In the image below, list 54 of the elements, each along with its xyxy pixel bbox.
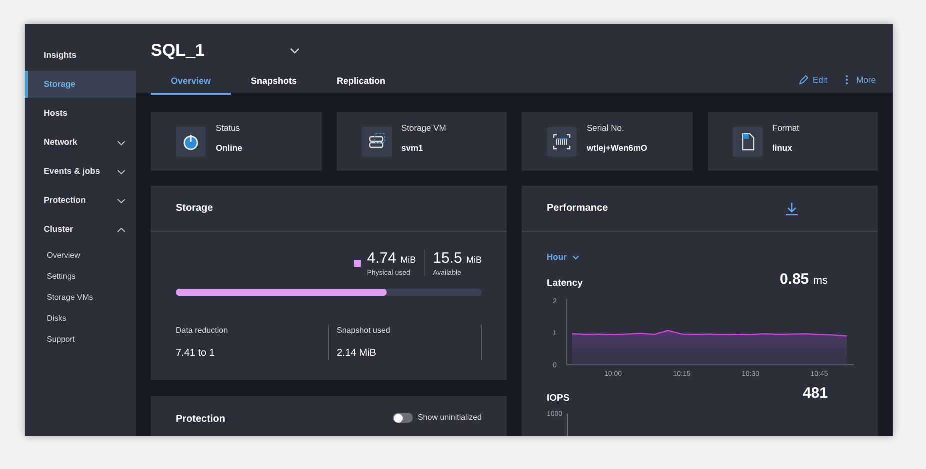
stat-value: 7.41 to 1	[176, 346, 216, 360]
chevron-up-icon	[117, 226, 126, 232]
sidebar-item[interactable]: Network	[25, 129, 136, 156]
y-axis	[566, 414, 568, 436]
more-button[interactable]: More	[842, 74, 876, 86]
info-label: Format	[772, 122, 800, 135]
metric-value: 481	[802, 384, 828, 404]
card-title: Storage	[176, 202, 214, 216]
sidebar-item[interactable]: Storage	[25, 71, 136, 98]
sidebar-item[interactable]: Protection	[25, 187, 136, 214]
metric-title: IOPS	[547, 392, 570, 406]
edit-button[interactable]: Edit	[798, 74, 828, 86]
card-title: Performance	[547, 202, 608, 216]
sidebar-item[interactable]: Insights	[25, 42, 136, 69]
sidebar-subitem[interactable]: Disks	[25, 308, 67, 329]
sidebar-item[interactable]: Hosts	[25, 100, 136, 127]
stat-label: Data reduction	[176, 324, 230, 336]
tab[interactable]: Replication	[317, 70, 406, 94]
download-icon[interactable]	[786, 202, 798, 216]
chevron-down-icon	[117, 168, 126, 174]
chevron-down-icon[interactable]	[290, 48, 300, 54]
info-value: wtlej+Wen6mO	[587, 142, 648, 155]
sidebar-subitem[interactable]: Overview	[25, 245, 80, 266]
available-value: 15.5 MiB	[433, 250, 482, 269]
chevron-down-icon	[117, 198, 126, 204]
sidebar-item[interactable]: Cluster	[25, 216, 136, 243]
pencil-icon	[798, 75, 808, 86]
sidebar-item[interactable]: Events & jobs	[25, 158, 136, 185]
metric-title: Latency	[547, 277, 583, 291]
stat-value: 2.14 MiB	[337, 346, 378, 360]
metric-value: 0.85 ms	[780, 270, 828, 290]
page-title: SQL_1	[151, 40, 205, 62]
legend-swatch	[354, 260, 362, 267]
stat-label: Snapshot used	[337, 324, 392, 336]
info-label: Status	[216, 122, 242, 135]
toggle-switch[interactable]	[392, 413, 413, 423]
physical-used-value: 4.74 MiB	[367, 250, 416, 269]
toggle-label: Show uninitialized	[418, 412, 482, 424]
tab[interactable]: Overview	[151, 70, 232, 94]
info-label: Storage VM	[402, 122, 446, 135]
info-value: linux	[772, 142, 794, 155]
tab[interactable]: Snapshots	[231, 70, 318, 94]
info-value: svm1	[402, 142, 424, 155]
sidebar-subitem[interactable]: Support	[25, 329, 76, 350]
y-axis	[566, 298, 568, 366]
sidebar-subitem[interactable]: Storage VMs	[25, 287, 94, 308]
card-title: Protection	[176, 413, 226, 427]
info-value: Online	[216, 142, 242, 155]
chevron-down-icon	[117, 140, 126, 146]
sidebar-subitem[interactable]: Settings	[25, 266, 76, 287]
time-range-dropdown[interactable]: Hour	[547, 251, 580, 264]
info-label: Serial No.	[587, 122, 626, 135]
barcode-scanner-icon	[552, 132, 572, 152]
chevron-down-icon	[572, 254, 580, 260]
